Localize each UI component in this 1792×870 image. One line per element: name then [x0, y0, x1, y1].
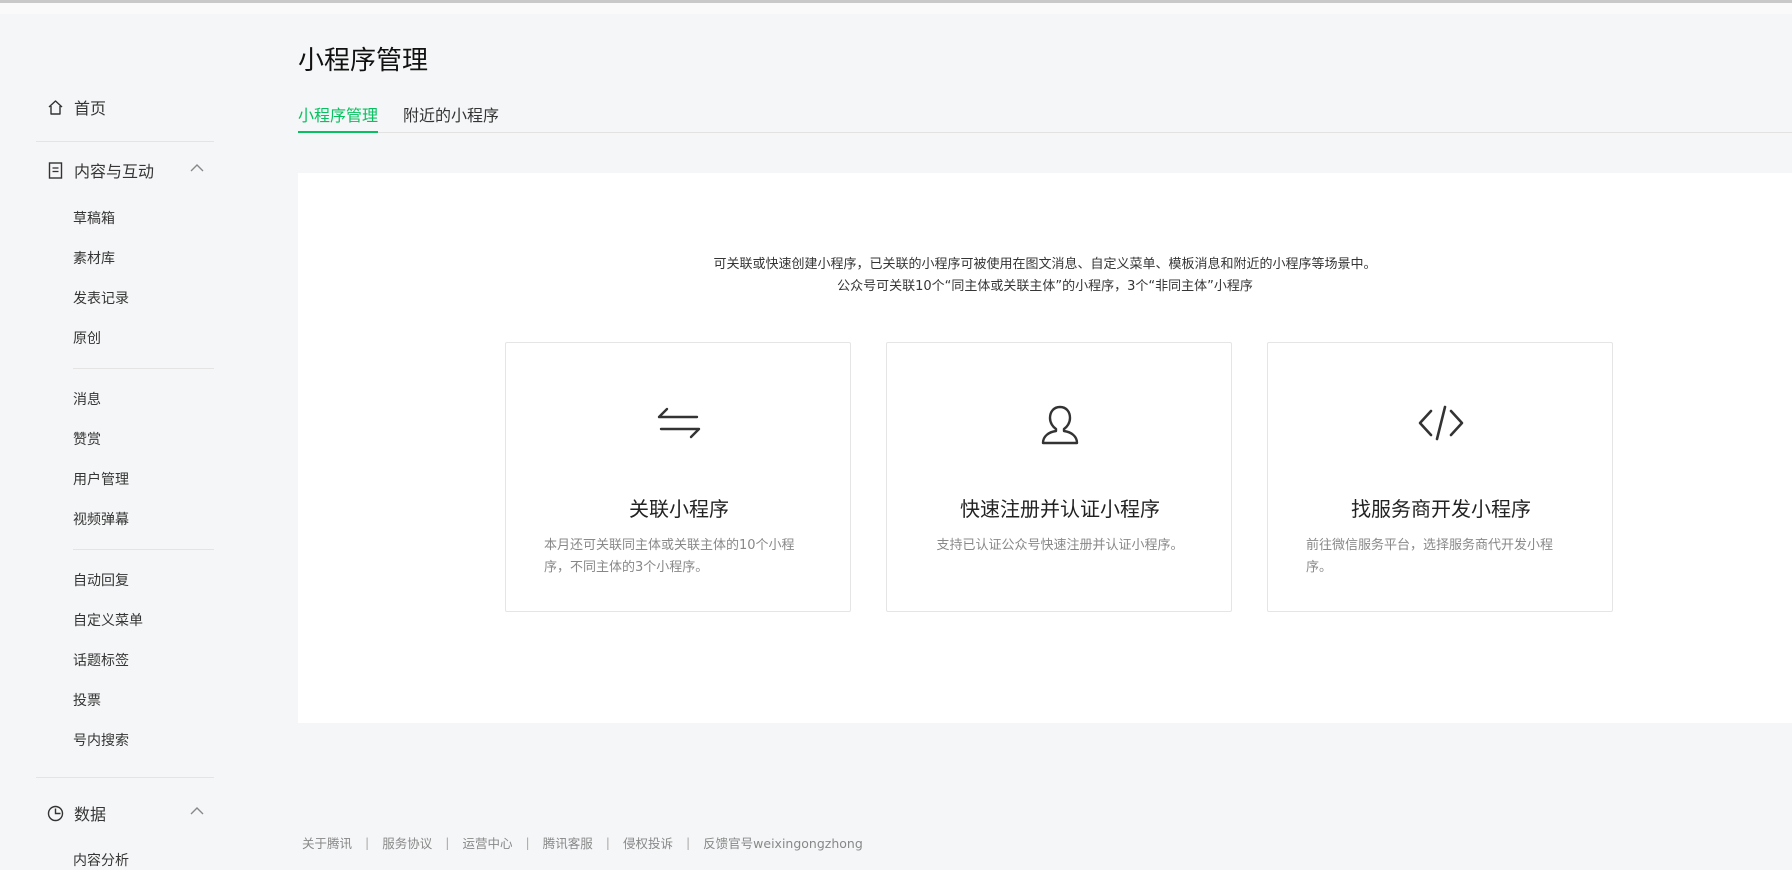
sidebar-item-publish-records[interactable]: 发表记录: [73, 288, 129, 308]
chevron-up-icon[interactable]: [189, 158, 205, 176]
tab-bar: 小程序管理 附近的小程序: [298, 98, 1792, 133]
home-icon: [46, 98, 64, 116]
sidebar-divider: [36, 777, 214, 778]
sidebar-item-content-analysis[interactable]: 内容分析: [73, 850, 129, 870]
card-description: 本月还可关联同主体或关联主体的10个小程序，不同主体的3个小程序。: [544, 538, 795, 575]
footer-separator: |: [365, 835, 370, 850]
description-line-2: 公众号可关联10个“同主体或关联主体”的小程序，3个“非同主体”小程序: [837, 279, 1253, 294]
sidebar-item-custom-menu[interactable]: 自定义菜单: [73, 610, 143, 630]
sidebar-item-label: 首页: [74, 99, 107, 118]
sidebar-divider: [73, 368, 214, 369]
swap-arrows-icon: [506, 403, 852, 451]
sidebar-section-content[interactable]: 内容与互动: [46, 158, 204, 182]
register-miniprogram-card[interactable]: 快速注册并认证小程序 支持已认证公众号快速注册并认证小程序。: [886, 342, 1232, 612]
tab-nearby-miniprograms[interactable]: 附近的小程序: [403, 102, 499, 133]
footer-link-about-tencent[interactable]: 关于腾讯: [302, 833, 352, 852]
footer-link-service-agreement[interactable]: 服务协议: [382, 833, 432, 852]
sidebar-item-video-danmaku[interactable]: 视频弹幕: [73, 509, 129, 529]
sidebar-item-messages[interactable]: 消息: [73, 389, 101, 409]
footer-link-feedback-account[interactable]: 反馈官号weixingongzhong: [703, 833, 863, 852]
window-top-shadow: [0, 3, 1792, 14]
footer-separator: |: [445, 835, 450, 850]
sidebar-item-topic-tags[interactable]: 话题标签: [73, 650, 129, 670]
sidebar: 首页 内容与互动 草稿箱 素材库 发表记录 原创 消息 赞赏 用户管理 视频弹幕…: [0, 14, 230, 869]
footer-separator: |: [605, 835, 610, 850]
sidebar-item-auto-reply[interactable]: 自动回复: [73, 570, 129, 590]
description-line-1: 可关联或快速创建小程序，已关联的小程序可被使用在图文消息、自定义菜单、模板消息和…: [713, 257, 1377, 272]
page-title: 小程序管理: [298, 46, 429, 76]
chevron-up-icon[interactable]: [189, 801, 205, 819]
footer-link-tencent-support[interactable]: 腾讯客服: [543, 833, 593, 852]
footer-link-infringement-report[interactable]: 侵权投诉: [623, 833, 673, 852]
document-icon: [46, 161, 64, 179]
sidebar-divider: [73, 549, 214, 550]
sidebar-section-label: 数据: [74, 805, 107, 824]
sidebar-item-rewards[interactable]: 赞赏: [73, 429, 101, 449]
sidebar-item-home[interactable]: 首页: [46, 95, 106, 119]
footer-separator: |: [525, 835, 530, 850]
tab-miniprogram-management[interactable]: 小程序管理: [298, 102, 379, 133]
link-miniprogram-card[interactable]: 关联小程序 本月还可关联同主体或关联主体的10个小程序，不同主体的3个小程序。: [505, 342, 851, 612]
find-service-provider-card[interactable]: 找服务商开发小程序 前往微信服务平台，选择服务商代开发小程序。: [1267, 342, 1613, 612]
footer: 关于腾讯 | 服务协议 | 运营中心 | 腾讯客服 | 侵权投诉 | 反馈官号w…: [302, 833, 863, 852]
sidebar-item-in-account-search[interactable]: 号内搜索: [73, 730, 129, 750]
card-description: 前往微信服务平台，选择服务商代开发小程序。: [1306, 538, 1554, 575]
card-description: 支持已认证公众号快速注册并认证小程序。: [936, 538, 1184, 553]
sidebar-item-vote[interactable]: 投票: [73, 690, 101, 710]
sidebar-item-drafts[interactable]: 草稿箱: [73, 208, 115, 228]
card-title: 快速注册并认证小程序: [960, 497, 1160, 521]
footer-link-operations-center[interactable]: 运营中心: [462, 833, 512, 852]
code-icon: [1268, 403, 1614, 451]
card-title: 关联小程序: [629, 497, 729, 521]
sidebar-item-original[interactable]: 原创: [73, 328, 101, 348]
footer-separator: |: [685, 835, 691, 850]
user-icon: [887, 403, 1233, 451]
pie-chart-icon: [46, 804, 64, 822]
sidebar-section-label: 内容与互动: [74, 162, 155, 181]
content-panel: 可关联或快速创建小程序，已关联的小程序可被使用在图文消息、自定义菜单、模板消息和…: [298, 173, 1792, 723]
sidebar-divider: [36, 141, 214, 142]
sidebar-section-data[interactable]: 数据: [46, 801, 204, 825]
card-title: 找服务商开发小程序: [1351, 497, 1531, 521]
sidebar-item-user-management[interactable]: 用户管理: [73, 469, 129, 489]
sidebar-item-materials[interactable]: 素材库: [73, 248, 115, 268]
